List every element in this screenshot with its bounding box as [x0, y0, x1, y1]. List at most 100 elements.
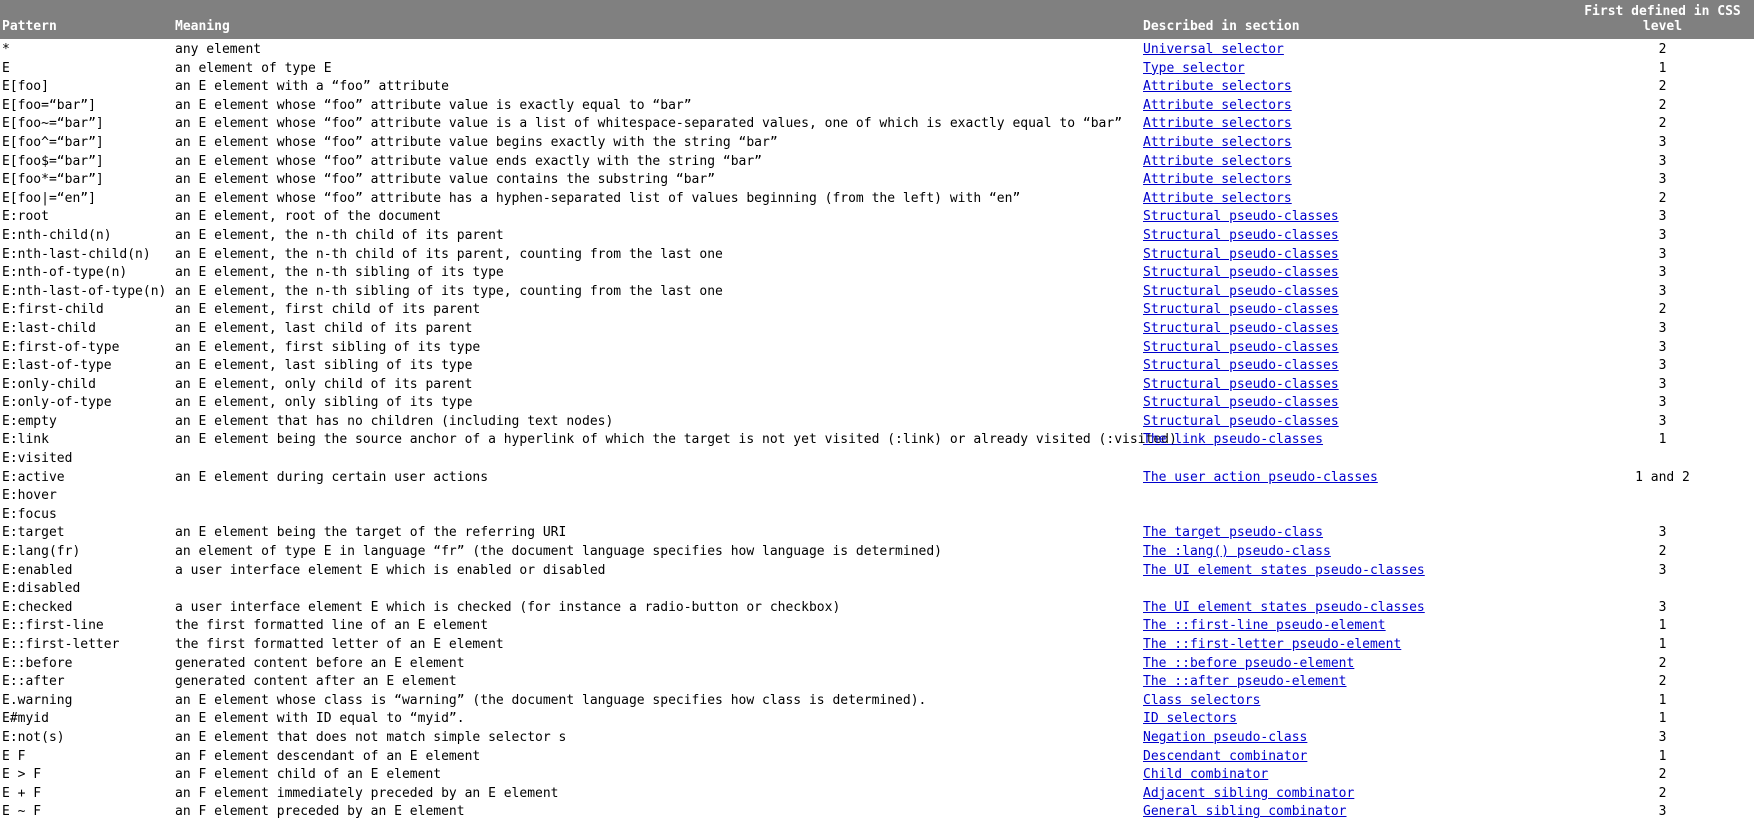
section-link[interactable]: ID selectors: [1143, 711, 1237, 726]
section-link[interactable]: Attribute selectors: [1143, 116, 1292, 131]
table-row: E[foo] an E element with a “foo” attribut…: [0, 78, 1754, 97]
cell-meaning: an E element, last child of its parent: [175, 320, 473, 336]
cell-meaning: an E element that does not match simple …: [175, 729, 567, 745]
pattern-text: E:link: [2, 432, 49, 448]
section-link[interactable]: Structural pseudo-classes: [1143, 358, 1339, 373]
section-link[interactable]: Structural pseudo-classes: [1143, 247, 1339, 262]
cell-pattern: *: [0, 39, 175, 60]
table-row: E.warning an E element whose class is “wa…: [0, 692, 1754, 711]
section-link[interactable]: Descendant combinator: [1143, 749, 1307, 764]
section-link[interactable]: The target pseudo-class: [1143, 525, 1323, 540]
cell-css-level: 2: [1658, 42, 1667, 57]
section-link[interactable]: Structural pseudo-classes: [1143, 377, 1339, 392]
table-row: E:enabled E:disabled a user interface elem…: [0, 562, 1754, 599]
section-link[interactable]: The user action pseudo-classes: [1143, 470, 1378, 485]
section-link[interactable]: The ::before pseudo-element: [1143, 656, 1354, 671]
cell-pattern: E:target: [0, 524, 175, 543]
section-link[interactable]: Structural pseudo-classes: [1143, 228, 1339, 243]
cell-meaning: an F element immediately preceded by an …: [175, 785, 559, 801]
cell-css-level: 2: [1658, 79, 1667, 95]
section-link[interactable]: Structural pseudo-classes: [1143, 284, 1339, 299]
section-link[interactable]: The ::first-letter pseudo-element: [1143, 637, 1401, 652]
pattern-text: E:root: [2, 209, 49, 225]
cell-pattern: E:not(s): [0, 729, 175, 748]
cell-css-level: 3: [1658, 265, 1667, 281]
section-link[interactable]: Structural pseudo-classes: [1143, 302, 1339, 317]
section-link[interactable]: The UI element states pseudo-classes: [1143, 600, 1425, 615]
table-row: E[foo$=“bar”] an E element whose “foo” at…: [0, 153, 1754, 172]
section-link[interactable]: The link pseudo-classes: [1143, 432, 1323, 447]
cell-meaning: an E element, first sibling of its type: [175, 339, 481, 355]
cell-meaning: an F element preceded by an E element: [175, 804, 465, 820]
cell-meaning: an E element whose “foo” attribute value…: [175, 134, 778, 150]
cell-css-level: 1: [1658, 60, 1667, 76]
cell-meaning: an E element being the target of the ref…: [175, 525, 567, 541]
cell-pattern: E:root: [0, 208, 175, 227]
section-link[interactable]: Attribute selectors: [1143, 191, 1292, 206]
pattern-text: E:focus: [2, 506, 57, 522]
table-row: E:root an E element, root of the document…: [0, 208, 1754, 227]
pattern-text: E:last-child: [2, 320, 96, 336]
pattern-text: E:active: [2, 469, 65, 485]
table-header: Pattern Meaning Described in section Fir…: [0, 0, 1754, 39]
table-row: E::before generated content before an E e…: [0, 655, 1754, 674]
cell-described-in-section: Attribute selectors: [1143, 97, 1573, 116]
section-link[interactable]: Type selector: [1143, 61, 1245, 76]
cell-meaning: an E element with a “foo” attribute: [175, 79, 449, 95]
cell-meaning: an E element, root of the document: [175, 209, 442, 225]
table-row: E[foo~=“bar”] an E element whose “foo” at…: [0, 115, 1754, 134]
section-link[interactable]: The :lang() pseudo-class: [1143, 544, 1331, 559]
section-link[interactable]: Attribute selectors: [1143, 172, 1292, 187]
table-row: E:last-child an E element, last child of …: [0, 320, 1754, 339]
table-row: E::first-letter the first formatted lette…: [0, 636, 1754, 655]
cell-pattern: E:nth-last-child(n): [0, 246, 175, 265]
table-row: E:link E:visited an E element being the so…: [0, 431, 1754, 468]
section-link[interactable]: The ::after pseudo-element: [1143, 674, 1347, 689]
cell-meaning: an E element being the source anchor of …: [175, 432, 1177, 448]
cell-described-in-section: Attribute selectors: [1143, 171, 1573, 190]
cell-described-in-section: Adjacent sibling combinator: [1143, 785, 1573, 804]
section-link[interactable]: Structural pseudo-classes: [1143, 414, 1339, 429]
table-row: E[foo*=“bar”] an E element whose “foo” at…: [0, 171, 1754, 190]
pattern-text: E:lang(fr): [2, 544, 81, 560]
pattern-text: E:visited: [2, 451, 73, 467]
section-link[interactable]: Child combinator: [1143, 767, 1268, 782]
section-link[interactable]: General sibling combinator: [1143, 804, 1347, 819]
cell-meaning: an F element child of an E element: [175, 767, 442, 783]
table-row: E:target an E element being the target of…: [0, 524, 1754, 543]
cell-described-in-section: Attribute selectors: [1143, 115, 1573, 134]
section-link[interactable]: The UI element states pseudo-classes: [1143, 563, 1425, 578]
section-link[interactable]: Attribute selectors: [1143, 135, 1292, 150]
section-link[interactable]: Attribute selectors: [1143, 79, 1292, 94]
pattern-text: E#myid: [2, 711, 49, 727]
section-link[interactable]: Adjacent sibling combinator: [1143, 786, 1354, 801]
cell-css-level: 3: [1658, 804, 1667, 820]
table-row: E ~ F an F element preceded by an E eleme…: [0, 803, 1754, 822]
table-row: E F an F element descendant of an E eleme…: [0, 748, 1754, 767]
pattern-text: E:nth-child(n): [2, 227, 112, 243]
section-link[interactable]: Universal selector: [1143, 42, 1284, 57]
cell-described-in-section: Type selector: [1143, 60, 1573, 79]
section-link[interactable]: Class selectors: [1143, 693, 1260, 708]
cell-pattern: E[foo=“bar”]: [0, 97, 175, 116]
cell-css-level: 1 and 2: [1635, 469, 1690, 485]
section-link[interactable]: Structural pseudo-classes: [1143, 321, 1339, 336]
pattern-text: E:only-of-type: [2, 395, 112, 411]
section-link[interactable]: Attribute selectors: [1143, 154, 1292, 169]
cell-described-in-section: The user action pseudo-classes: [1143, 469, 1573, 525]
cell-pattern: E: [0, 60, 175, 79]
section-link[interactable]: Structural pseudo-classes: [1143, 395, 1339, 410]
section-link[interactable]: Structural pseudo-classes: [1143, 340, 1339, 355]
section-link[interactable]: The ::first-line pseudo-element: [1143, 618, 1386, 633]
section-link[interactable]: Attribute selectors: [1143, 98, 1292, 113]
cell-described-in-section: Attribute selectors: [1143, 190, 1573, 209]
cell-meaning: an E element, the n-th sibling of its ty…: [175, 265, 504, 281]
cell-css-level: 2: [1658, 767, 1667, 783]
section-link[interactable]: Negation pseudo-class: [1143, 730, 1307, 745]
section-link[interactable]: Structural pseudo-classes: [1143, 265, 1339, 280]
cell-described-in-section: The UI element states pseudo-classes: [1143, 599, 1573, 618]
cell-pattern: E:nth-child(n): [0, 227, 175, 246]
cell-css-level: 2: [1658, 190, 1667, 206]
section-link[interactable]: Structural pseudo-classes: [1143, 209, 1339, 224]
table-row: E:first-child an E element, first child o…: [0, 301, 1754, 320]
